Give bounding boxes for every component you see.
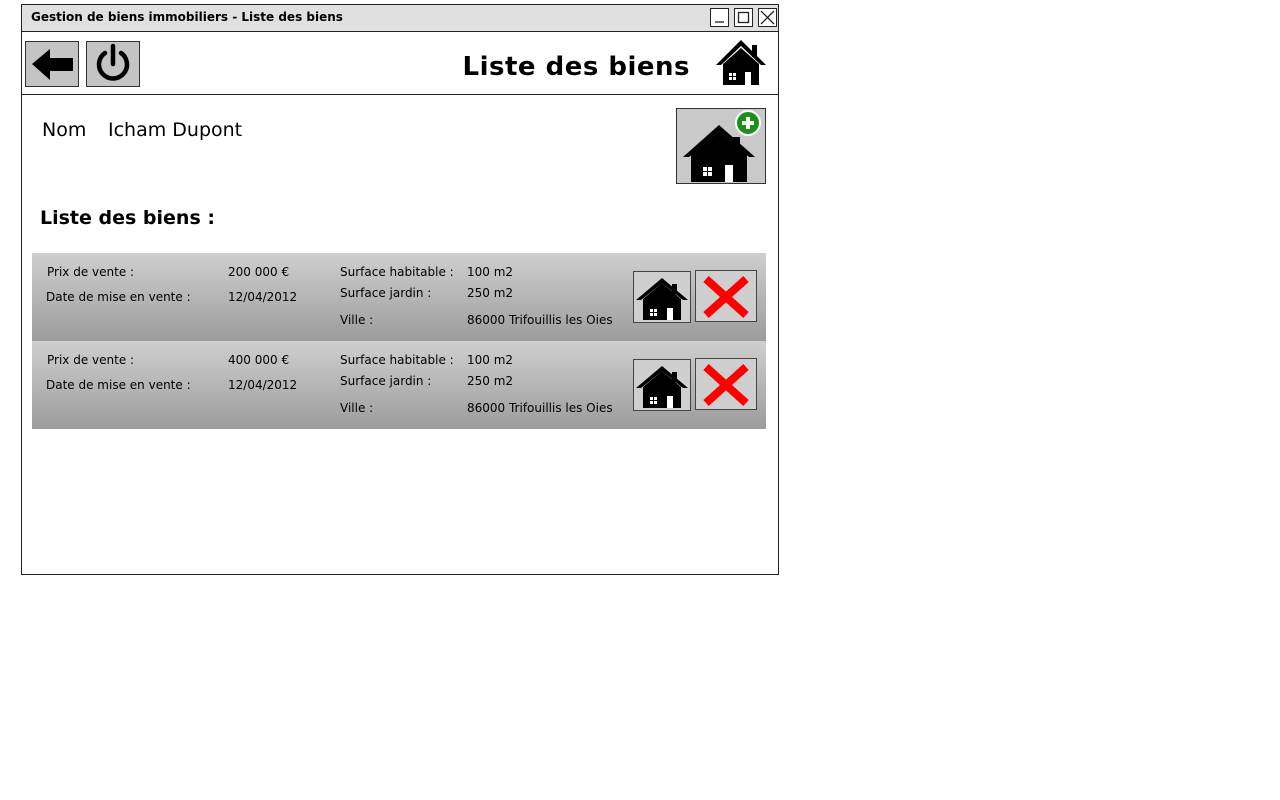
app-window: Gestion de biens immobiliers - Liste des… — [21, 4, 779, 575]
house-icon — [716, 40, 766, 85]
view-property-button[interactable] — [633, 271, 691, 323]
add-property-button[interactable] — [676, 108, 766, 184]
price-value: 400 000 € — [228, 353, 290, 367]
surface-jardin-value: 250 m2 — [467, 374, 514, 388]
surface-habitable-label: Surface habitable : — [340, 265, 454, 279]
red-x-icon — [703, 276, 749, 318]
delete-property-button[interactable] — [695, 270, 757, 322]
minimize-button[interactable] — [710, 8, 729, 27]
close-icon — [760, 10, 775, 25]
maximize-icon — [737, 11, 750, 24]
price-value: 200 000 € — [228, 265, 290, 279]
house-plus-icon — [683, 110, 761, 182]
delete-property-button[interactable] — [695, 358, 757, 410]
property-row: Prix de vente : 400 000 € Date de mise e… — [32, 341, 766, 429]
ville-value: 86000 Trifouillis les Oies — [467, 401, 613, 415]
window-title: Gestion de biens immobiliers - Liste des… — [31, 10, 343, 24]
house-icon — [636, 366, 688, 408]
power-button[interactable] — [86, 41, 140, 87]
surface-habitable-value: 100 m2 — [467, 265, 514, 279]
power-icon — [96, 43, 130, 81]
date-value: 12/04/2012 — [228, 290, 298, 304]
ville-label: Ville : — [340, 401, 374, 415]
price-label: Prix de vente : — [47, 353, 135, 367]
surface-jardin-label: Surface jardin : — [340, 286, 432, 300]
close-button[interactable] — [758, 8, 777, 27]
header-toolbar: Liste des biens — [22, 34, 778, 95]
view-property-button[interactable] — [633, 359, 691, 411]
property-row: Prix de vente : 200 000 € Date de mise e… — [32, 253, 766, 341]
price-label: Prix de vente : — [47, 265, 135, 279]
minimize-icon — [715, 21, 724, 23]
date-label: Date de mise en vente : — [46, 290, 191, 304]
title-bar: Gestion de biens immobiliers - Liste des… — [22, 5, 778, 32]
surface-jardin-value: 250 m2 — [467, 286, 514, 300]
red-x-icon — [703, 364, 749, 406]
house-icon — [636, 278, 688, 320]
surface-habitable-value: 100 m2 — [467, 353, 514, 367]
maximize-button[interactable] — [734, 8, 753, 27]
owner-name-label: Nom — [42, 119, 87, 141]
arrow-left-icon — [32, 49, 73, 80]
ville-label: Ville : — [340, 313, 374, 327]
property-list-title: Liste des biens : — [40, 207, 215, 229]
ville-value: 86000 Trifouillis les Oies — [467, 313, 613, 327]
page-title: Liste des biens — [462, 52, 690, 82]
home-button[interactable] — [712, 38, 770, 88]
date-label: Date de mise en vente : — [46, 378, 191, 392]
owner-name-value: Icham Dupont — [108, 119, 243, 141]
surface-habitable-label: Surface habitable : — [340, 353, 454, 367]
date-value: 12/04/2012 — [228, 378, 298, 392]
back-button[interactable] — [25, 41, 79, 87]
surface-jardin-label: Surface jardin : — [340, 374, 432, 388]
